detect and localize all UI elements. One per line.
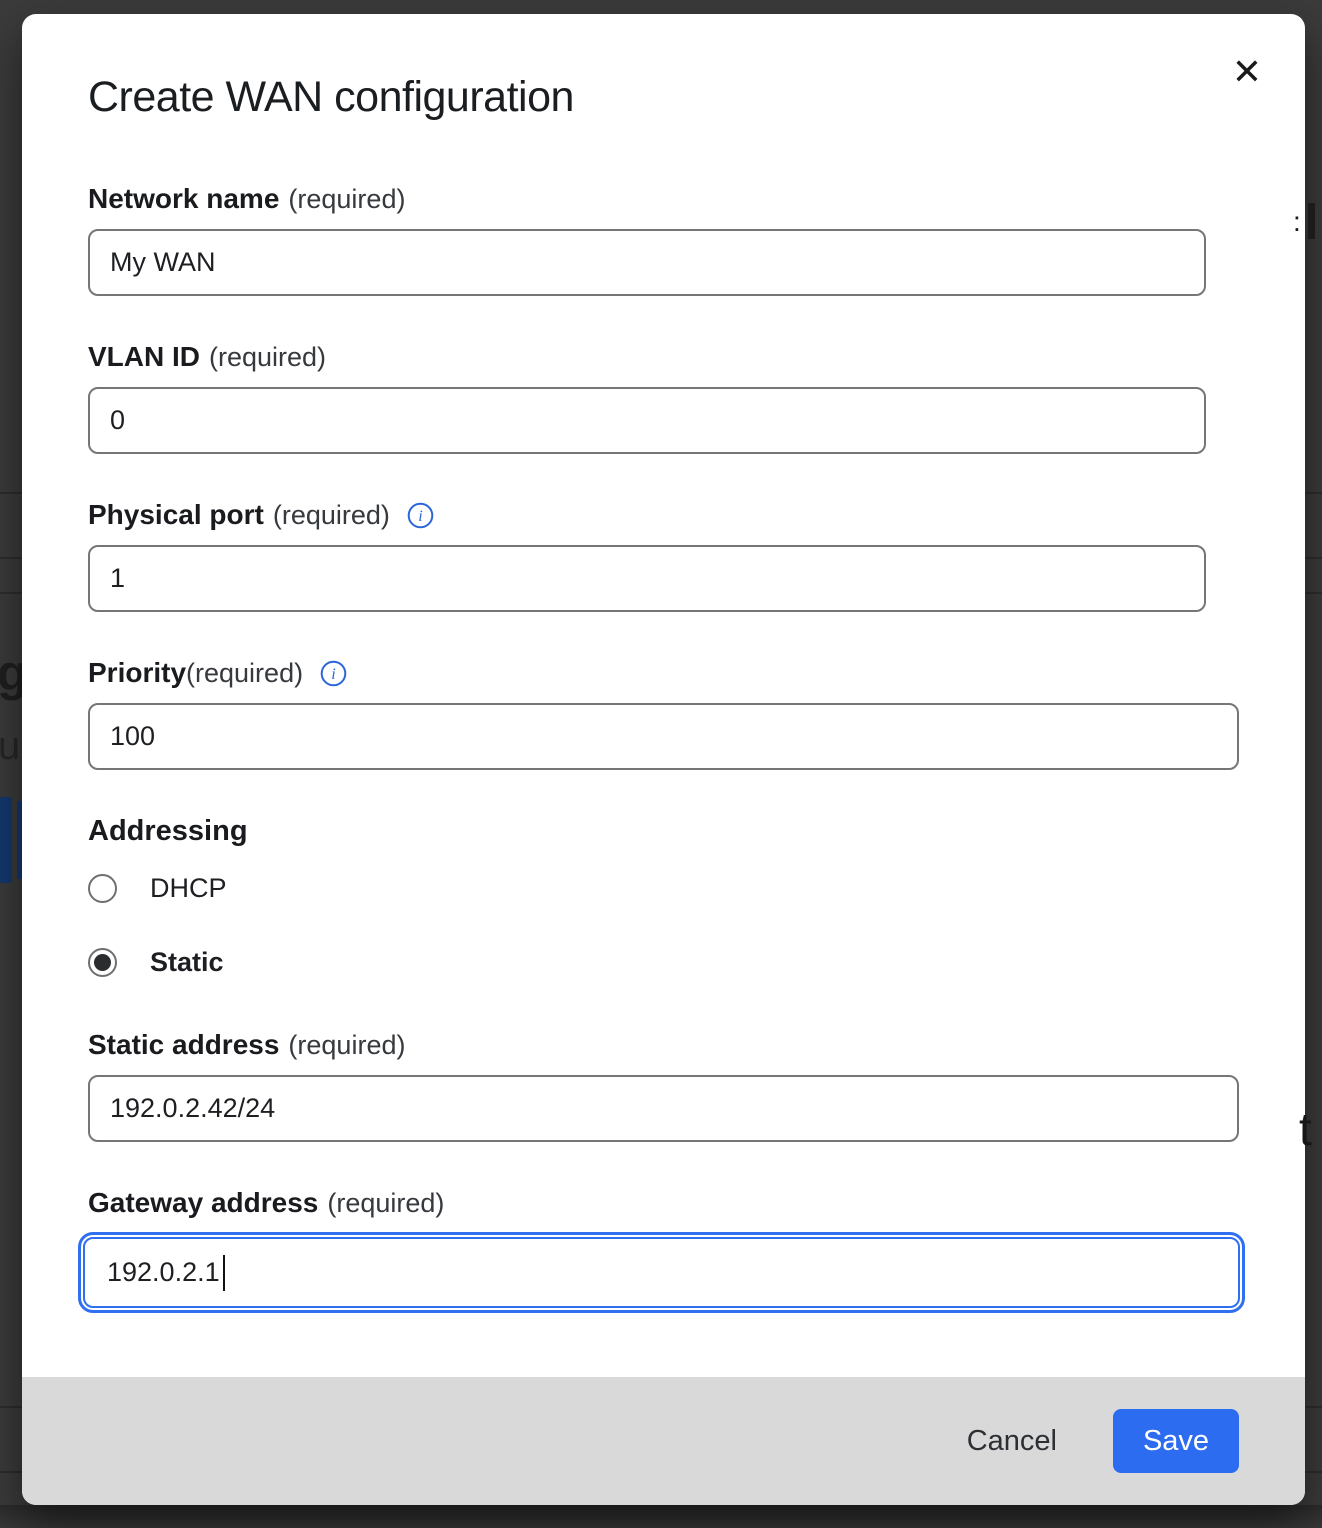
required-hint: (required) bbox=[288, 184, 405, 215]
gateway-address-group: Gateway address (required) bbox=[88, 1186, 1261, 1313]
dialog-body: Create WAN configuration Network name (r… bbox=[22, 14, 1305, 1313]
vlan-id-label-row: VLAN ID (required) bbox=[88, 340, 1261, 374]
radio-label-static: Static bbox=[150, 947, 224, 978]
radio-option-dhcp[interactable]: DHCP bbox=[88, 871, 1261, 905]
physical-port-group: Physical port (required) i bbox=[88, 498, 1261, 612]
radio-option-static[interactable]: Static bbox=[88, 945, 1261, 979]
static-address-label: Static address bbox=[88, 1029, 279, 1061]
gateway-address-input[interactable] bbox=[83, 1237, 1240, 1308]
info-icon[interactable]: i bbox=[320, 660, 347, 687]
required-hint: (required) bbox=[288, 1030, 405, 1061]
background-text-fragment: u bbox=[0, 726, 20, 766]
dialog-footer: Cancel Save bbox=[22, 1377, 1305, 1505]
radio-button-checked[interactable] bbox=[88, 948, 117, 977]
background-shadow bbox=[0, 1505, 1322, 1528]
vlan-id-label: VLAN ID bbox=[88, 341, 200, 373]
radio-label-dhcp: DHCP bbox=[150, 873, 227, 904]
priority-input[interactable] bbox=[88, 703, 1239, 770]
priority-group: Priority (required) i bbox=[88, 656, 1261, 770]
dialog-title: Create WAN configuration bbox=[88, 72, 1261, 122]
network-name-input[interactable] bbox=[88, 229, 1206, 296]
network-name-label-row: Network name (required) bbox=[88, 182, 1261, 216]
create-wan-dialog: ✕ Create WAN configuration Network name … bbox=[22, 14, 1305, 1505]
gateway-address-focus-ring bbox=[78, 1232, 1245, 1313]
info-icon[interactable]: i bbox=[407, 502, 434, 529]
static-address-label-row: Static address (required) bbox=[88, 1028, 1261, 1062]
physical-port-label-row: Physical port (required) i bbox=[88, 498, 1261, 532]
radio-button-unchecked[interactable] bbox=[88, 874, 117, 903]
priority-label-row: Priority (required) i bbox=[88, 656, 1261, 690]
addressing-heading: Addressing bbox=[88, 814, 1261, 848]
network-name-label: Network name bbox=[88, 183, 279, 215]
background-text-fragment: t bbox=[1299, 1106, 1312, 1152]
required-hint: (required) bbox=[209, 342, 326, 373]
vlan-id-input[interactable] bbox=[88, 387, 1206, 454]
network-name-group: Network name (required) bbox=[88, 182, 1261, 296]
required-hint: (required) bbox=[186, 658, 303, 689]
priority-label: Priority bbox=[88, 657, 186, 689]
background-text-fragment bbox=[1308, 203, 1315, 239]
static-address-group: Static address (required) bbox=[88, 1028, 1261, 1142]
physical-port-label: Physical port bbox=[88, 499, 264, 531]
vlan-id-group: VLAN ID (required) bbox=[88, 340, 1261, 454]
cancel-button[interactable]: Cancel bbox=[961, 1415, 1063, 1468]
gateway-address-label-row: Gateway address (required) bbox=[88, 1186, 1261, 1220]
required-hint: (required) bbox=[327, 1188, 444, 1219]
static-address-input[interactable] bbox=[88, 1075, 1239, 1142]
save-button[interactable]: Save bbox=[1113, 1409, 1239, 1473]
svg-text:i: i bbox=[331, 666, 335, 683]
gateway-address-label: Gateway address bbox=[88, 1187, 318, 1219]
physical-port-input[interactable] bbox=[88, 545, 1206, 612]
text-cursor bbox=[223, 1255, 225, 1291]
svg-text:i: i bbox=[418, 508, 422, 525]
required-hint: (required) bbox=[273, 500, 390, 531]
background-button-fragment bbox=[0, 797, 12, 883]
background-text-fragment: : bbox=[1293, 208, 1301, 236]
